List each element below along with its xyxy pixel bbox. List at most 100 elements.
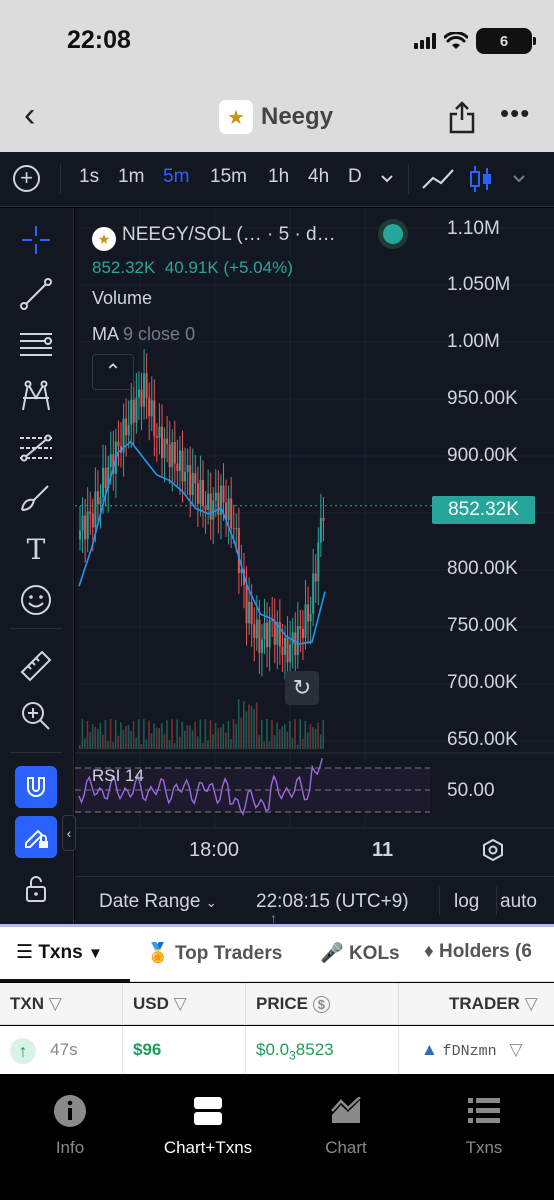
magnet-button[interactable] (15, 766, 57, 808)
more-options-button[interactable]: ••• (500, 98, 530, 129)
candle (94, 491, 97, 528)
share-icon[interactable] (448, 100, 476, 134)
interval-1h[interactable]: 1h (268, 166, 289, 188)
candle (204, 506, 207, 510)
interval-dropdown-icon[interactable] (380, 174, 394, 184)
list-icon (468, 1098, 500, 1123)
tab-top-traders[interactable]: 🏅 Top Traders (146, 941, 282, 965)
brush-icon[interactable] (18, 480, 54, 516)
interval-5m[interactable]: 5m (163, 166, 189, 188)
line-chart-type-icon[interactable] (421, 166, 455, 192)
candle (135, 397, 138, 423)
candle (109, 454, 112, 467)
candle (266, 622, 269, 648)
column-header-txn[interactable]: TXN ▽ (0, 983, 123, 1025)
interval-1s[interactable]: 1s (79, 166, 99, 188)
price-cell: $0.038523 (246, 1026, 399, 1074)
candle (273, 620, 276, 645)
text-tool-icon[interactable]: T (18, 532, 54, 568)
chart-type-dropdown-icon[interactable] (512, 174, 526, 184)
pattern-icon[interactable] (18, 378, 54, 414)
y-axis-label: 1.00M (447, 331, 500, 352)
add-indicator-button[interactable]: + (13, 165, 40, 192)
volume-bar (137, 719, 140, 749)
lock-drawing-button[interactable] (15, 816, 57, 858)
candle (84, 515, 87, 540)
candle (181, 450, 184, 482)
interval-1m[interactable]: 1m (118, 166, 144, 188)
volume-bar (86, 720, 89, 749)
column-header-trader[interactable]: TRADER ▽ (399, 983, 554, 1025)
interval-4h[interactable]: 4h (308, 166, 329, 188)
candle (194, 473, 197, 484)
candle-chart-type-icon[interactable] (468, 164, 494, 194)
candle (186, 464, 189, 472)
volume-bar (204, 719, 207, 749)
legend-volume[interactable]: Volume (92, 288, 152, 309)
candle (102, 467, 105, 498)
volume-bar (296, 744, 299, 749)
volume-bar (117, 735, 120, 749)
filter-icon[interactable]: ▽ (525, 994, 538, 1013)
candle (212, 500, 215, 520)
emoji-icon[interactable] (18, 582, 54, 618)
volume-bar (194, 721, 196, 749)
candle (86, 511, 89, 540)
volume-bar (94, 726, 96, 749)
interval-d[interactable]: D (348, 166, 362, 188)
nav-chart-txns[interactable]: Chart+Txns (138, 1094, 278, 1158)
trend-line-icon[interactable] (18, 276, 54, 312)
volume-bar (314, 728, 317, 749)
y-axis-label: 700.00K (447, 672, 518, 693)
filter-icon[interactable]: ▽ (509, 1040, 522, 1059)
zoom-in-icon[interactable] (18, 698, 54, 734)
candle (166, 438, 169, 445)
token-title: ★ Neegy (219, 100, 333, 134)
candle (202, 480, 204, 507)
column-header-price[interactable]: PRICE $ (246, 983, 399, 1025)
date-range-button[interactable]: Date Range ⌄ (99, 891, 217, 913)
legend-ma[interactable]: MA 9 close 0 (92, 324, 195, 345)
fib-retracement-icon[interactable] (18, 430, 54, 466)
nav-info[interactable]: Info (0, 1094, 140, 1158)
nav-chart[interactable]: Chart (276, 1094, 416, 1158)
reset-chart-button[interactable]: ↻ (285, 671, 319, 705)
medal-icon: 🏅 (146, 943, 170, 964)
expand-toolbar-button[interactable]: ‹ (62, 815, 76, 851)
candle (237, 528, 240, 574)
filter-icon[interactable]: ▽ (49, 994, 62, 1013)
parallel-lines-icon[interactable] (18, 326, 54, 362)
interval-15m[interactable]: 15m (210, 166, 247, 188)
auto-scale-button[interactable]: auto (500, 891, 537, 913)
nav-txns[interactable]: Txns (414, 1094, 554, 1158)
candle (79, 530, 81, 540)
crosshair-icon[interactable] (18, 222, 54, 258)
volume-bar (237, 699, 240, 749)
rsi-label[interactable]: RSI 14 (92, 766, 144, 786)
ruler-icon[interactable] (18, 648, 54, 684)
chart-settings-icon[interactable] (481, 838, 505, 862)
filter-icon[interactable]: ▽ (174, 994, 187, 1013)
volume-bar (166, 720, 168, 749)
table-row[interactable]: ↑ 47s $96 $0.038523 ▲ fDNzmn ▽ (0, 1026, 554, 1074)
volume-bar (130, 731, 132, 749)
dollar-toggle-icon[interactable]: $ (312, 996, 330, 1013)
volume-bar (171, 719, 173, 749)
column-header-usd[interactable]: USD ▽ (123, 983, 246, 1025)
y-axis-label: 900.00K (447, 445, 518, 466)
collapse-legend-button[interactable]: ⌃ (92, 354, 134, 390)
tab-kols[interactable]: 🎤 KOLs (320, 941, 400, 965)
back-button[interactable]: ‹ (24, 98, 35, 132)
tab-txns[interactable]: ☰ Txns ▼ (16, 941, 103, 964)
tab-holders[interactable]: ♦ Holders (6 (424, 941, 532, 963)
price-chart[interactable]: ★ NEEGY/SOL (… · 5 · d… 852.32K 40.91K (+… (75, 208, 554, 924)
lock-icon[interactable] (18, 871, 54, 907)
volume-bar (114, 719, 117, 749)
volume-bar (186, 725, 189, 749)
time-axis-label: 18:00 (189, 839, 240, 861)
log-scale-button[interactable]: log (454, 891, 479, 913)
volume-bar (309, 724, 312, 749)
trader-cell[interactable]: ▲ fDNzmn ▽ (399, 1026, 554, 1074)
candle (163, 438, 166, 458)
volume-bar (271, 719, 273, 749)
